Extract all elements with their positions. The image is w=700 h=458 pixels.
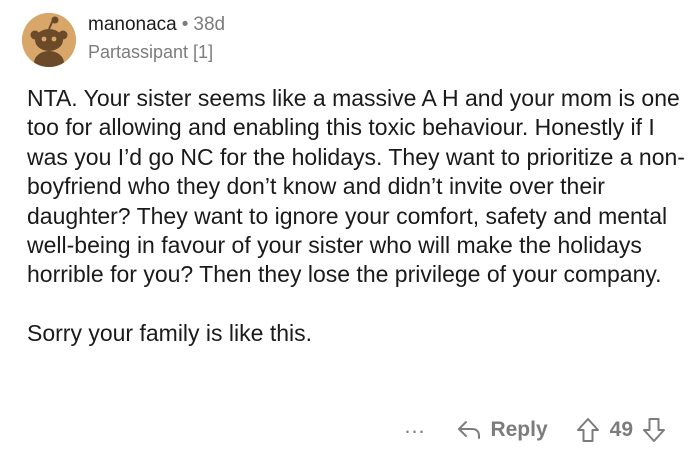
vote-score: 49 xyxy=(609,418,633,441)
more-options-icon[interactable]: … xyxy=(403,415,426,437)
comment-age[interactable]: 38d xyxy=(193,14,225,35)
comment-body: NTA. Your sister seems like a massive A … xyxy=(27,84,687,348)
comment-actions: … Reply 49 xyxy=(403,412,666,448)
username-line: manonaca • 38d xyxy=(88,14,225,36)
meta-separator: • xyxy=(181,14,189,35)
vote-controls: 49 xyxy=(576,417,666,443)
reply-button[interactable]: Reply xyxy=(456,418,548,442)
reply-arrow-icon xyxy=(458,421,481,439)
user-flair: Partassipant [1] xyxy=(88,42,214,62)
username-link[interactable]: manonaca xyxy=(88,14,177,35)
comment-paragraph: NTA. Your sister seems like a massive A … xyxy=(27,85,685,288)
comment-paragraph: Sorry your family is like this. xyxy=(27,319,313,346)
downvote-arrow-icon[interactable] xyxy=(642,417,666,443)
user-avatar[interactable] xyxy=(22,13,76,67)
snoo-avatar-icon xyxy=(22,13,76,67)
comment-meta: manonaca • 38d Partassipant [1] xyxy=(88,14,225,62)
comment: manonaca • 38d Partassipant [1] NTA. Your … xyxy=(0,0,700,458)
upvote-arrow-icon[interactable] xyxy=(576,417,600,443)
reply-label: Reply xyxy=(490,418,548,441)
